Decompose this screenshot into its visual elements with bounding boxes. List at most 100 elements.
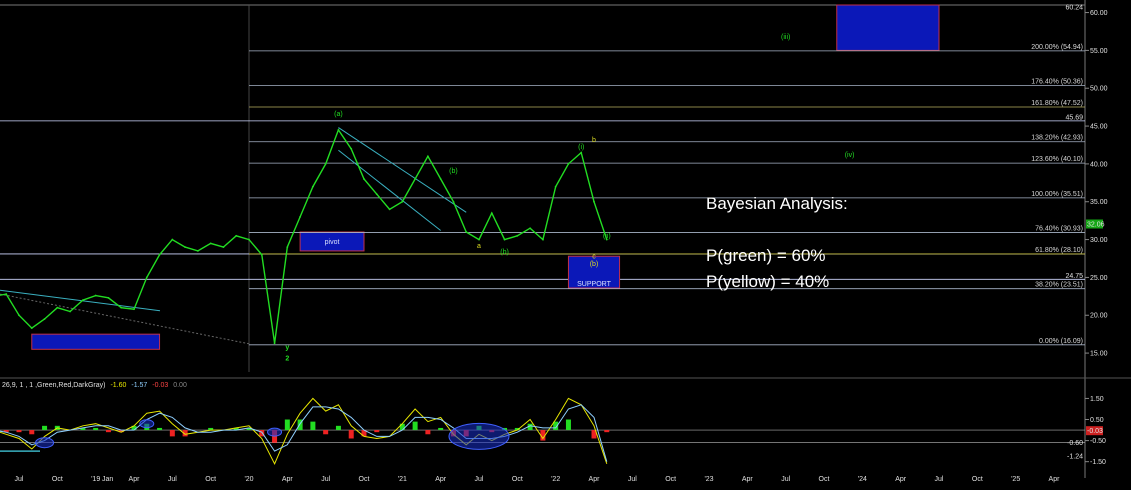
price-chart: pivot SUPPORT 200.00% (54.94) 176.40% (50.… — [0, 0, 1131, 490]
histogram-bar — [157, 427, 163, 431]
fib-label: 76.40% (30.93) — [1035, 226, 1083, 233]
price-point — [503, 238, 506, 241]
price-point — [465, 231, 468, 233]
indicator-tag: -0.03 — [1087, 428, 1103, 435]
price-point — [133, 308, 135, 311]
x-tick-label: '21 — [398, 476, 407, 483]
histogram-bar — [604, 430, 610, 433]
y-tick-label: 1.50 — [1090, 396, 1104, 403]
price-point — [490, 212, 493, 214]
price-point — [235, 234, 238, 237]
price-point — [337, 128, 340, 131]
price-point — [554, 185, 557, 188]
wave-label: (i) — [578, 144, 584, 151]
price-point — [158, 253, 161, 256]
price-point — [273, 342, 276, 345]
price-point — [56, 306, 59, 309]
y-tick-label: 20.00 — [1090, 313, 1108, 320]
histogram-bar — [399, 423, 405, 431]
indicator-value: -1.57 — [131, 382, 148, 389]
histogram-bar — [425, 430, 431, 435]
price-tag: 32.06 — [1087, 221, 1105, 228]
price-point — [388, 208, 391, 211]
x-tick-label: '25 — [1011, 476, 1020, 483]
histogram-bar — [348, 430, 354, 439]
indicator-tag: -0.60 — [1067, 440, 1083, 447]
zone-box — [836, 4, 940, 51]
price-point — [567, 163, 570, 165]
x-tick-label: '24 — [858, 476, 867, 483]
price-point — [516, 234, 519, 237]
x-tick-label: Apr — [895, 476, 907, 483]
y-tick-label: 25.00 — [1090, 275, 1108, 282]
price-point — [196, 250, 199, 252]
wave-label: 2 — [285, 356, 289, 363]
price-point — [324, 163, 327, 165]
x-tick-label: Jul — [475, 476, 484, 483]
price-point — [222, 246, 225, 249]
zone-label: pivot — [325, 239, 340, 246]
x-tick-label: Jul — [15, 476, 24, 483]
y-tick-label: -0.50 — [1090, 438, 1106, 445]
y-tick-label: 55.00 — [1090, 48, 1108, 55]
price-tag: 24.75 — [1065, 273, 1083, 280]
probability-green: P(green) = 60% — [706, 246, 826, 265]
x-tick-label: '19 — [91, 476, 100, 483]
x-tick-label: Apr — [1049, 476, 1061, 483]
x-tick-label: Jul — [781, 476, 790, 483]
highlight-ellipse — [139, 419, 155, 429]
price-point — [541, 238, 544, 241]
price-point — [426, 155, 429, 158]
x-tick-label: Oct — [512, 476, 523, 483]
price-tag: 60.24 — [1065, 4, 1083, 11]
histogram-bar — [310, 421, 316, 431]
price-point — [363, 178, 365, 180]
probability-yellow: P(yellow) = 40% — [706, 272, 830, 291]
indicator-settings-text: 26,9, 1 , 1 ,Green,Red,DarkGray) — [2, 382, 106, 389]
x-tick-label: Oct — [665, 476, 676, 483]
wave-label: (iv) — [845, 152, 855, 159]
indicator-value: 0.00 — [173, 382, 187, 389]
price-point — [120, 306, 123, 309]
wave-label: c — [592, 253, 596, 260]
price-point — [30, 327, 33, 330]
x-tick-label: Jul — [935, 476, 944, 483]
price-point — [414, 178, 417, 180]
wave-label: (a) — [334, 111, 343, 118]
fib-label: 138.20% (42.93) — [1031, 135, 1083, 142]
price-point — [171, 238, 174, 241]
highlight-ellipse — [267, 427, 283, 437]
x-tick-label: Oct — [52, 476, 63, 483]
price-point — [18, 314, 20, 317]
x-tick-label: Apr — [129, 476, 141, 483]
price-point — [260, 253, 263, 256]
x-tick-label: Jan — [102, 476, 113, 483]
fib-label: 0.00% (16.09) — [1039, 338, 1083, 345]
price-point — [311, 185, 314, 188]
x-tick-label: Apr — [742, 476, 754, 483]
price-point — [401, 200, 404, 203]
histogram-bar — [169, 430, 175, 437]
price-point — [350, 147, 353, 150]
y-tick-label: 0.50 — [1090, 417, 1104, 424]
y-tick-label: 35.00 — [1090, 199, 1108, 206]
y-tick-label: 30.00 — [1090, 237, 1108, 244]
price-point — [439, 178, 442, 180]
fib-label: 161.80% (47.52) — [1031, 100, 1083, 107]
price-point — [580, 151, 583, 154]
y-tick-label: 60.00 — [1090, 10, 1108, 17]
histogram-bar — [374, 430, 380, 433]
price-point — [209, 242, 212, 245]
fib-label: 176.40% (50.36) — [1031, 79, 1083, 86]
histogram-bar — [438, 427, 444, 431]
y-tick-label: -1.50 — [1090, 459, 1106, 466]
y-tick-label: 50.00 — [1090, 86, 1108, 93]
bayesian-title: Bayesian Analysis: — [706, 194, 848, 213]
indicator-value: -1.60 — [110, 382, 127, 389]
histogram-bar — [412, 421, 418, 431]
price-point — [5, 293, 8, 295]
price-point — [286, 246, 289, 249]
price-point — [69, 310, 72, 313]
x-tick-label: Oct — [819, 476, 830, 483]
highlight-ellipse — [35, 437, 55, 449]
